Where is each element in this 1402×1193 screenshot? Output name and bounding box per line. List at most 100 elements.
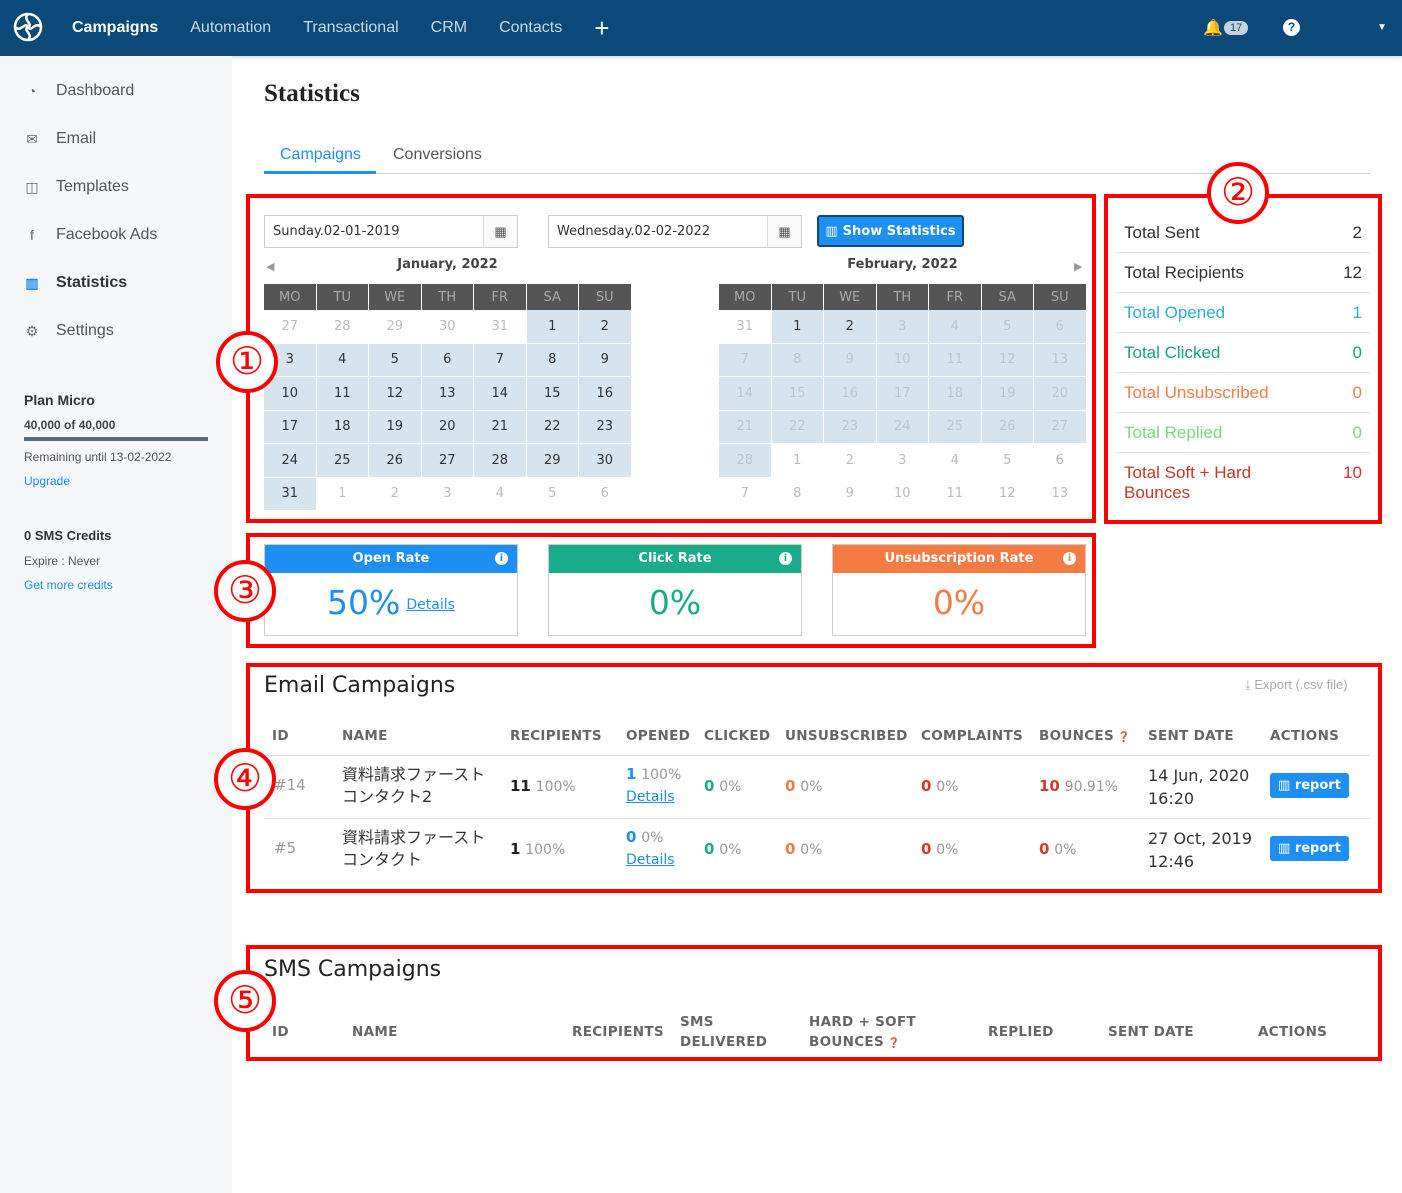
show-statistics-button[interactable]: ▥ Show Statistics [817,215,964,247]
calendar-day[interactable]: 23 [579,410,631,444]
account-dropdown-icon[interactable]: ▼ [1377,22,1387,33]
export-csv-link[interactable]: ⤓ Export (.csv file) [1245,677,1348,693]
calendar-day[interactable]: 26 [369,444,421,478]
calendar-day[interactable]: 7 [474,343,526,377]
tab-conversions[interactable]: Conversions [393,146,482,164]
report-button[interactable]: ▥ report [1270,836,1349,861]
calendar-day[interactable]: 11 [929,478,981,511]
info-icon[interactable]: i [1063,552,1076,565]
calendar-day[interactable]: 8 [771,478,823,511]
calendar-day[interactable]: 6 [421,343,473,377]
calendar-day[interactable]: 7 [719,478,771,511]
calendar-day[interactable]: 20 [421,410,473,444]
calendar-day[interactable]: 13 [421,377,473,411]
help-icon[interactable]: ? [1283,19,1300,36]
calendar-day[interactable]: 5 [981,444,1033,478]
calendar-day[interactable]: 1 [771,310,823,344]
calendar-day[interactable]: 5 [369,343,421,377]
calendar-day[interactable]: 3 [421,478,473,511]
calendar-day[interactable]: 3 [876,444,928,478]
calendar-day[interactable]: 11 [316,377,368,411]
nav-crm[interactable]: CRM [431,19,467,37]
info-icon[interactable]: i [495,552,508,565]
sidebar-item-facebook-ads[interactable]: f Facebook Ads [24,226,157,244]
calendar-day[interactable]: 25 [316,444,368,478]
help-icon[interactable]: ❓ [884,1038,901,1049]
calendar-icon[interactable]: ▦ [483,215,518,248]
calendar-day[interactable]: 2 [824,310,876,344]
sidebar-item-email[interactable]: ✉ Email [24,130,96,148]
calendar-day[interactable]: 5 [526,478,578,511]
calendar-day[interactable]: 4 [316,343,368,377]
calendar-day[interactable]: 10 [876,478,928,511]
details-link[interactable]: Details [406,597,455,613]
calendar-day[interactable]: 24 [264,444,316,478]
get-more-credits-link[interactable]: Get more credits [24,578,113,592]
calendar-day[interactable]: 18 [316,410,368,444]
calendar-day[interactable]: 15 [526,377,578,411]
calendar-day[interactable]: 6 [579,478,631,511]
calendar-week: 17 18 19 20 21 22 23 [264,410,631,444]
calendar-day[interactable]: 9 [824,478,876,511]
details-link[interactable]: Details [626,789,675,805]
brand-logo-icon[interactable] [12,11,44,43]
add-nav-button[interactable]: + [594,13,609,44]
calendar-day[interactable]: 29 [369,310,421,344]
nav-transactional[interactable]: Transactional [303,19,398,37]
bell-icon[interactable]: 🔔 [1203,18,1223,38]
calendar-day[interactable]: 28 [316,310,368,344]
details-link[interactable]: Details [626,852,675,868]
calendar-day[interactable]: 2 [369,478,421,511]
info-icon[interactable]: i [779,552,792,565]
calendar-day[interactable]: 2 [824,444,876,478]
calendar-day[interactable]: 31 [474,310,526,344]
tab-campaigns[interactable]: Campaigns [280,146,361,164]
end-date-input[interactable]: Wednesday.02-02-2022 [548,215,768,248]
calendar-day[interactable]: 2 [579,310,631,344]
calendar-day[interactable]: 31 [264,477,316,511]
calendar-day[interactable]: 19 [369,410,421,444]
calendar-icon[interactable]: ▦ [767,215,802,248]
calendar-day[interactable]: 4 [929,444,981,478]
calendar-day[interactable]: 1 [526,310,578,344]
calendar-day[interactable]: 6 [1034,444,1086,478]
calendar-week: 10 11 12 13 14 15 16 [264,377,631,411]
help-icon[interactable]: ❓ [1114,732,1131,743]
calendar-day[interactable]: 30 [579,444,631,478]
export-label: Export (.csv file) [1254,677,1348,692]
calendar-day[interactable]: 27 [421,444,473,478]
calendar-day[interactable]: 1 [316,478,368,511]
campaign-name[interactable]: 資料請求ファースト コンタクト [342,827,492,871]
nav-contacts[interactable]: Contacts [499,19,562,37]
upgrade-link[interactable]: Upgrade [24,474,70,488]
nav-campaigns[interactable]: Campaigns [72,19,158,37]
calendar-day[interactable]: 4 [474,478,526,511]
calendar-day[interactable]: 8 [526,343,578,377]
start-date-input[interactable]: Sunday.02-01-2019 [264,215,484,248]
sidebar-item-settings[interactable]: ⚙ Settings [24,322,114,340]
calendar-day[interactable]: 13 [1034,478,1086,511]
calendar-day[interactable]: 31 [719,310,771,344]
report-button[interactable]: ▥ report [1270,773,1349,798]
bar-chart-icon: ▥ [1278,778,1295,793]
calendar-day[interactable]: 21 [474,410,526,444]
calendar-day[interactable]: 28 [474,444,526,478]
calendar-day[interactable]: 12 [981,478,1033,511]
count: 0 [921,777,932,795]
calendar-day[interactable]: 12 [369,377,421,411]
calendar-day[interactable]: 17 [264,410,316,444]
calendar-day[interactable]: 29 [526,444,578,478]
sidebar-item-dashboard[interactable]: ◔ Dashboard [24,82,135,100]
sidebar-item-templates[interactable]: ◫ Templates [24,178,129,196]
calendar-day[interactable]: 16 [579,377,631,411]
calendar-day[interactable]: 22 [526,410,578,444]
calendar-day[interactable]: 27 [264,310,316,344]
calendar-day[interactable]: 14 [474,377,526,411]
calendar-day[interactable]: 9 [579,343,631,377]
calendar-day[interactable]: 1 [771,444,823,478]
campaign-name[interactable]: 資料請求ファースト コンタクト2 [342,764,492,808]
sidebar-item-statistics[interactable]: ▥ Statistics [24,274,127,292]
nav-automation[interactable]: Automation [190,19,271,37]
calendar-day[interactable]: 30 [421,310,473,344]
calendar-day[interactable]: 10 [264,377,316,411]
